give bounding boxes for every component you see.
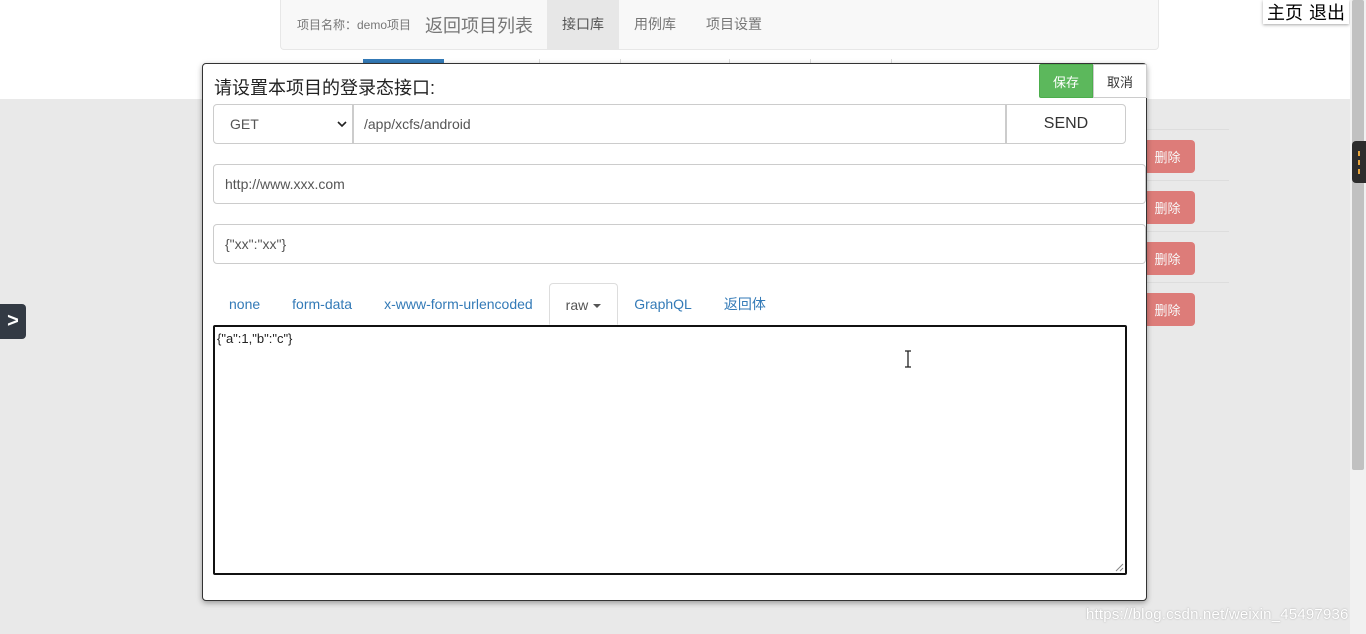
tab-x-www-form-urlencoded[interactable]: x-www-form-urlencoded: [368, 283, 549, 325]
raw-body-editor[interactable]: {"a":1,"b":"c"}: [213, 325, 1127, 575]
scrollbar-thumb[interactable]: [1352, 0, 1364, 470]
top-navbar: 项目名称：demo项目 返回项目列表 接口库 用例库 项目设置: [280, 0, 1159, 50]
tab-form-data[interactable]: form-data: [276, 283, 368, 325]
tab-raw[interactable]: raw: [548, 283, 619, 325]
delete-button[interactable]: 删除: [1140, 242, 1195, 275]
project-name-label: 项目名称：demo项目: [297, 18, 412, 32]
page-scrollbar[interactable]: [1350, 0, 1366, 634]
top-right-links: 主页 退出: [1263, 0, 1349, 24]
delete-button[interactable]: 删除: [1140, 191, 1195, 224]
method-select-value: GET: [230, 116, 259, 132]
chevron-down-icon: [337, 121, 347, 128]
logout-link[interactable]: 退出: [1309, 0, 1345, 25]
tab-raw-label: raw: [565, 297, 589, 313]
tab-none[interactable]: none: [213, 283, 276, 325]
delete-button[interactable]: 删除: [1140, 293, 1195, 326]
send-button[interactable]: SEND: [1006, 104, 1126, 144]
resize-grip-icon[interactable]: [1115, 563, 1124, 572]
nav-interface-library[interactable]: 接口库: [547, 0, 620, 49]
watermark: https://blog.csdn.net/weixin_45497936: [1086, 606, 1349, 623]
url-path-input[interactable]: /app/xcfs/android: [353, 104, 1006, 144]
host-input[interactable]: http://www.xxx.com: [213, 164, 1146, 204]
modal-title: 请设置本项目的登录态接口:: [214, 78, 435, 98]
floating-widget-icon[interactable]: [1352, 141, 1366, 183]
login-interface-modal: 请设置本项目的登录态接口: 保存 取消 GET /app/xcfs/androi…: [202, 63, 1147, 601]
delete-button[interactable]: 删除: [1140, 140, 1195, 173]
tab-response-body[interactable]: 返回体: [708, 283, 782, 325]
back-to-project-list-link[interactable]: 返回项目列表: [425, 12, 533, 38]
nav-case-library[interactable]: 用例库: [619, 0, 691, 49]
caret-down-icon: [593, 304, 602, 309]
save-button[interactable]: 保存: [1039, 64, 1093, 98]
tab-graphql[interactable]: GraphQL: [618, 283, 708, 325]
raw-body-text: {"a":1,"b":"c"}: [217, 331, 293, 346]
headers-input[interactable]: {"xx":"xx"}: [213, 224, 1146, 264]
side-panel-toggle[interactable]: >: [0, 304, 26, 339]
cancel-button[interactable]: 取消: [1093, 64, 1147, 98]
nav-project-settings[interactable]: 项目设置: [691, 0, 777, 49]
body-type-tabs: none form-data x-www-form-urlencoded raw…: [213, 283, 1146, 325]
method-select[interactable]: GET: [213, 104, 353, 144]
text-cursor-icon: [905, 350, 911, 368]
home-link[interactable]: 主页: [1267, 0, 1303, 25]
